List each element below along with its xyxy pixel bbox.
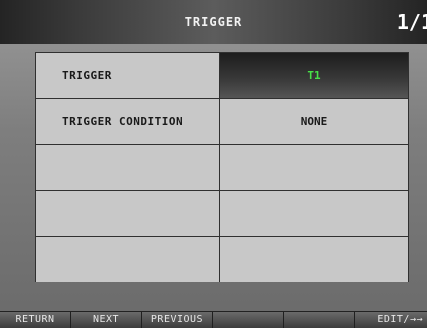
- row-label: TRIGGER CONDITION: [36, 99, 220, 144]
- row-value-selected[interactable]: T1: [220, 53, 408, 98]
- table-row[interactable]: TRIGGER CONDITION NONE: [36, 99, 408, 145]
- row-value[interactable]: [220, 237, 408, 282]
- row-value[interactable]: [220, 191, 408, 236]
- function-key-5[interactable]: [284, 312, 355, 328]
- screen-frame: TRIGGER 1/1 TRIGGER T1 TRIGGER CONDITION…: [0, 0, 427, 328]
- function-key-4[interactable]: [213, 312, 284, 328]
- table-row[interactable]: [36, 237, 408, 282]
- row-label: [36, 237, 220, 282]
- row-label: TRIGGER: [36, 53, 220, 98]
- table-row[interactable]: [36, 191, 408, 237]
- function-key-bar: RETURN NEXT PREVIOUS EDIT/→→: [0, 311, 427, 328]
- next-button[interactable]: NEXT: [71, 312, 142, 328]
- row-value[interactable]: NONE: [220, 99, 408, 144]
- settings-table: TRIGGER T1 TRIGGER CONDITION NONE: [35, 52, 409, 282]
- page-indicator: 1/1: [396, 10, 427, 34]
- return-button[interactable]: RETURN: [0, 312, 71, 328]
- table-row[interactable]: [36, 145, 408, 191]
- row-label: [36, 145, 220, 190]
- row-label: [36, 191, 220, 236]
- table-row[interactable]: TRIGGER T1: [36, 53, 408, 99]
- screen-title: TRIGGER: [184, 15, 243, 29]
- edit-button[interactable]: EDIT/→→: [355, 312, 427, 328]
- previous-button[interactable]: PREVIOUS: [142, 312, 213, 328]
- row-value[interactable]: [220, 145, 408, 190]
